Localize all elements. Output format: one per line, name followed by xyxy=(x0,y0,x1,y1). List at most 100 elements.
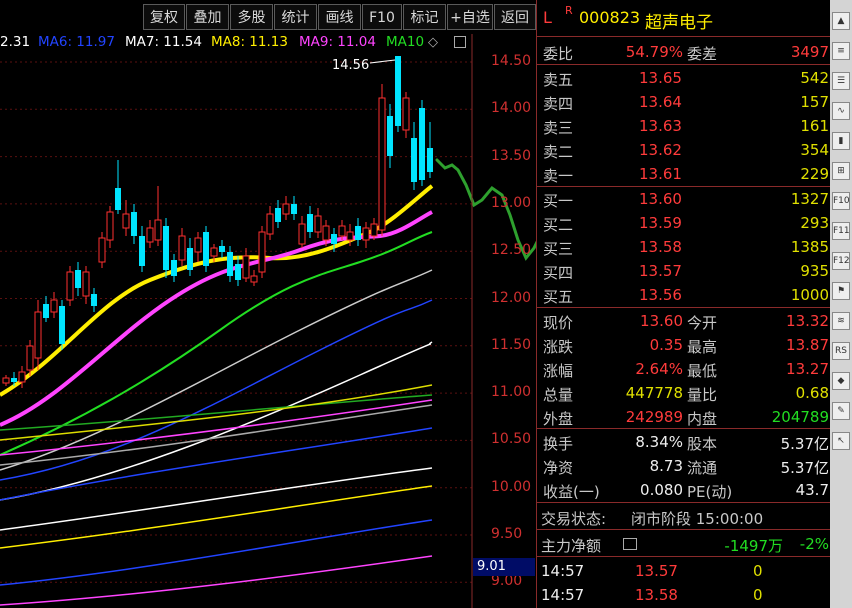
back-button[interactable]: 返回 xyxy=(494,4,536,30)
ma-line xyxy=(0,394,433,431)
chart-toolbar: 复权 叠加 多股 统计 画线 F10 标记 +自选 返回 xyxy=(0,0,536,34)
tick-price: 13.58 xyxy=(635,586,678,604)
ma9-legend: MA9: 11.04 xyxy=(299,34,376,50)
chart-icon[interactable]: ∿ xyxy=(832,102,850,120)
candle-body xyxy=(98,237,106,263)
cursor-icon[interactable]: ↖ xyxy=(832,432,850,450)
stat-value: 2.64% xyxy=(635,360,683,378)
candle-body xyxy=(26,345,34,371)
sell-level-row: 卖五 13.65 542 xyxy=(537,66,831,90)
ma-legend-partial: 2.31 xyxy=(0,34,31,50)
list-icon[interactable]: ☰ xyxy=(832,72,850,90)
draw-line-button[interactable]: 画线 xyxy=(318,4,361,30)
candle-body xyxy=(227,252,233,276)
sell-price: 13.65 xyxy=(639,69,682,87)
chart-area[interactable]: 14.56 复权 叠加 多股 统计 画线 F10 标记 +自选 返回 2.31 … xyxy=(0,0,536,608)
candle-body xyxy=(258,231,266,273)
weibi-row: 委比 54.79% 委差 3497 xyxy=(537,40,831,64)
restore-rights-button[interactable]: 复权 xyxy=(143,4,185,30)
menu-icon[interactable]: ≡ xyxy=(832,42,850,60)
net-flow-value: -1497万 xyxy=(724,537,783,555)
buy-volume: 1000 xyxy=(790,286,829,304)
candle-body xyxy=(154,219,162,241)
add-watchlist-button[interactable]: +自选 xyxy=(447,4,493,30)
multi-stock-button[interactable]: 多股 xyxy=(230,4,273,30)
tick-volume: 0 xyxy=(753,586,763,604)
buy-volume: 1385 xyxy=(790,238,829,256)
candle-body xyxy=(91,294,97,306)
candle-body xyxy=(18,371,26,383)
candle-body xyxy=(82,271,90,297)
rss-icon[interactable]: RS xyxy=(832,342,850,360)
candle-body xyxy=(242,255,250,279)
quote-stat-row: 外盘 242989 内盘 204789 xyxy=(537,405,831,429)
buy-price: 13.57 xyxy=(639,262,682,280)
mark-button[interactable]: 标记 xyxy=(403,4,446,30)
candle-body xyxy=(115,188,121,210)
l-marker: L xyxy=(543,8,552,27)
window-toggle-icon[interactable] xyxy=(454,36,466,48)
candle-body xyxy=(387,116,393,156)
candle-body xyxy=(266,213,274,235)
candlestick-chart[interactable]: 14.56 xyxy=(0,0,536,608)
sell-price: 13.63 xyxy=(639,117,682,135)
buy-volume: 1327 xyxy=(790,190,829,208)
sell-level-row: 卖三 13.63 161 xyxy=(537,114,831,138)
statistics-button[interactable]: 统计 xyxy=(274,4,317,30)
grid-icon[interactable]: ⊞ xyxy=(832,162,850,180)
candle-body xyxy=(178,235,186,261)
net-flow-label: 主力净额 xyxy=(541,537,602,555)
lines-icon[interactable]: ≋ xyxy=(832,312,850,330)
candle-body xyxy=(59,306,65,344)
net-flow-row: 主力净额 -1497万 -2% xyxy=(537,532,831,556)
expand-icon[interactable]: ◆ xyxy=(832,372,850,390)
fund-label: 换手 xyxy=(543,435,574,453)
pen-icon[interactable]: ✎ xyxy=(832,402,850,420)
price-tick-label: 13.50 xyxy=(491,147,532,164)
buy-price: 13.56 xyxy=(639,286,682,304)
sell-volume: 157 xyxy=(800,93,829,111)
f10-button[interactable]: F10 xyxy=(362,4,402,30)
candle-body xyxy=(402,97,410,131)
kline-icon[interactable]: ▮ xyxy=(832,132,850,150)
sell-price: 13.61 xyxy=(639,165,682,183)
quote-stat-row: 涨幅 2.64% 最低 13.27 xyxy=(537,357,831,381)
net-flow-menu-icon[interactable] xyxy=(623,538,637,550)
weibi-value: 54.79% xyxy=(625,43,683,61)
sell-price: 13.64 xyxy=(639,93,682,111)
stat-label: 涨跌 xyxy=(543,338,574,356)
tick-price: 13.57 xyxy=(635,562,678,580)
candle-body xyxy=(250,275,258,283)
overlay-button[interactable]: 叠加 xyxy=(186,4,229,30)
buy-level-label: 买二 xyxy=(543,216,574,234)
f11-icon[interactable]: F11 xyxy=(832,222,850,240)
f12-icon[interactable]: F12 xyxy=(832,252,850,270)
flag-icon[interactable]: ⚑ xyxy=(832,282,850,300)
sell-volume: 354 xyxy=(800,141,829,159)
quote-stat-row: 涨跌 0.35 最高 13.87 xyxy=(537,333,831,357)
candle-body xyxy=(235,264,241,280)
candle-body xyxy=(427,148,433,172)
quote-stat-row: 总量 447778 量比 0.68 xyxy=(537,381,831,405)
ma-line xyxy=(0,184,434,397)
sell-level-label: 卖二 xyxy=(543,143,574,161)
stat-label: 内盘 xyxy=(687,410,718,428)
arrow-icon[interactable]: ▲ xyxy=(832,12,850,30)
candle-body xyxy=(291,204,297,214)
stock-header: L R 000823 超声电子 xyxy=(537,4,831,33)
ma8-legend: MA8: 11.13 xyxy=(211,34,288,50)
weicha-value: 3497 xyxy=(790,43,829,61)
buy-price: 13.58 xyxy=(639,238,682,256)
candle-body xyxy=(275,208,281,222)
stat-value: 13.87 xyxy=(786,336,829,354)
sell-volume: 542 xyxy=(800,69,829,87)
price-tick-label: 9.50 xyxy=(491,526,523,542)
candle-body xyxy=(219,246,225,252)
stock-name: 超声电子 xyxy=(645,13,713,33)
ma-line xyxy=(0,485,433,549)
f10-icon[interactable]: F10 xyxy=(832,192,850,210)
tick-time: 14:57 xyxy=(541,586,585,604)
buy-volume: 935 xyxy=(800,262,829,280)
sell-level-label: 卖五 xyxy=(543,71,574,89)
price-tick-label: 12.00 xyxy=(491,289,532,306)
